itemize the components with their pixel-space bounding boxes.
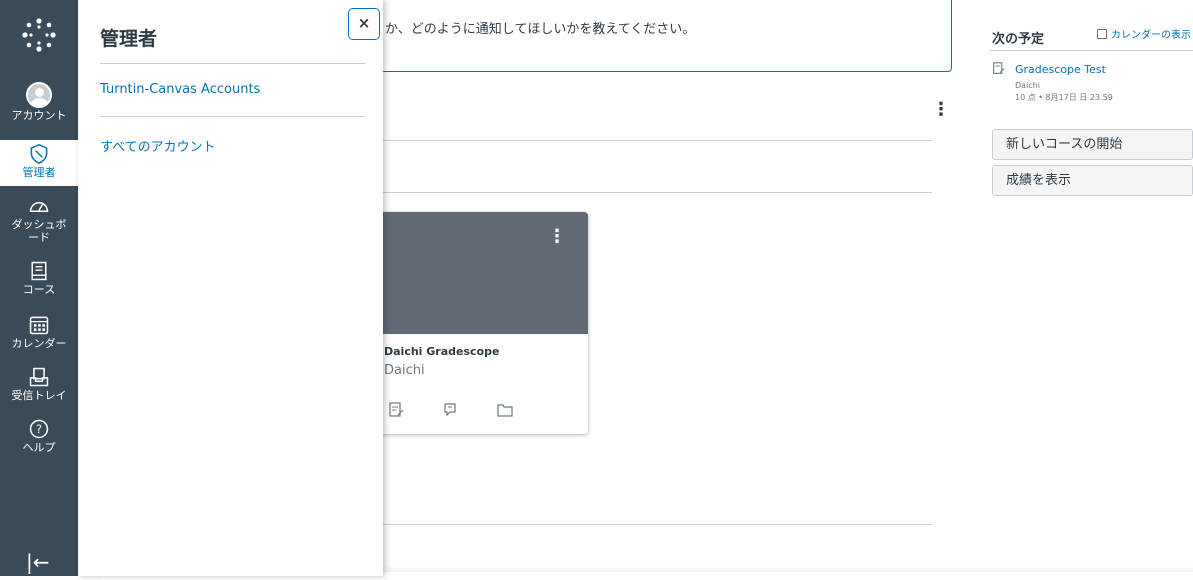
nav-account-label: アカウント (11, 109, 67, 122)
nav-admin[interactable]: 管理者 (0, 140, 78, 186)
shield-icon (30, 143, 48, 165)
help-icon: ? (29, 419, 49, 439)
nav-courses[interactable]: コース (0, 260, 78, 296)
avatar (26, 82, 52, 108)
todo-item-meta: 10 点 • 8月17日 日 23.59 (1015, 93, 1113, 102)
view-grades-button[interactable]: 成績を表示 (992, 165, 1193, 196)
nav-dashboard-label: ダッシュボード (11, 218, 67, 244)
nav-dashboard[interactable]: ダッシュボード (0, 196, 78, 244)
nav-account[interactable]: アカウント (0, 82, 78, 122)
inbox-icon (29, 367, 49, 387)
coming-up-title: 次の予定 (992, 32, 1045, 47)
todo-item-link[interactable]: Gradescope Test (1015, 63, 1106, 76)
tray-title: 管理者 (100, 28, 158, 50)
nav-help-label: ヘルプ (22, 441, 56, 454)
discussions-icon[interactable] (442, 402, 458, 418)
divider (990, 50, 1193, 51)
view-calendar-link[interactable]: カレンダーの表示 (1097, 26, 1191, 41)
calendar-small-icon (1097, 29, 1107, 39)
divider (300, 192, 932, 193)
nav-help[interactable]: ? ヘルプ (0, 418, 78, 454)
course-card-title[interactable]: Daichi Gradescope (384, 345, 499, 358)
calendar-icon (29, 316, 49, 335)
files-folder-icon[interactable] (497, 402, 513, 418)
close-icon: × (357, 14, 371, 32)
nav-admin-label: 管理者 (22, 166, 56, 179)
divider (300, 140, 932, 141)
assignments-icon[interactable] (388, 402, 404, 418)
start-new-course-button[interactable]: 新しいコースの開始 (992, 129, 1193, 160)
nav-courses-label: コース (22, 283, 56, 296)
svg-text:?: ? (36, 422, 42, 436)
dashboard-options-icon[interactable]: ⋮ (932, 99, 950, 120)
collapse-nav-button[interactable]: |← (26, 550, 50, 574)
book-icon (31, 261, 47, 281)
collapse-icon: |← (26, 550, 50, 574)
nav-calendar-label: カレンダー (11, 337, 67, 350)
admin-tray: 管理者 Turntin-Canvas Accounts すべてのアカウント (78, 0, 383, 576)
nav-calendar[interactable]: カレンダー (0, 314, 78, 350)
divider (300, 524, 932, 525)
close-tray-button[interactable]: × (348, 8, 380, 40)
tray-link-turntin-canvas-accounts[interactable]: Turntin-Canvas Accounts (100, 82, 260, 97)
divider (100, 63, 365, 64)
course-card-subtitle: Daichi (384, 363, 425, 378)
dashboard-icon (29, 202, 49, 212)
nav-inbox[interactable]: 受信トレイ (0, 366, 78, 402)
todo-item-course: Daichi (1015, 81, 1040, 90)
divider (100, 116, 365, 117)
notification-banner: か、どのように通知してほしいかを教えてください。 (300, 0, 952, 72)
notification-text: か、どのように通知してほしいかを教えてください。 (385, 22, 696, 37)
tray-link-all-accounts[interactable]: すべてのアカウント (100, 136, 216, 155)
nav-inbox-label: 受信トレイ (11, 389, 67, 402)
canvas-logo-icon[interactable] (22, 18, 56, 52)
course-card-options-icon[interactable]: ⋮ (548, 226, 566, 247)
assignment-icon (993, 62, 1005, 74)
global-nav: アカウント 管理者 ダッシュボード コース カレンダー 受信トレイ ? ヘルプ … (0, 0, 78, 576)
view-calendar-label: カレンダーの表示 (1111, 30, 1191, 41)
